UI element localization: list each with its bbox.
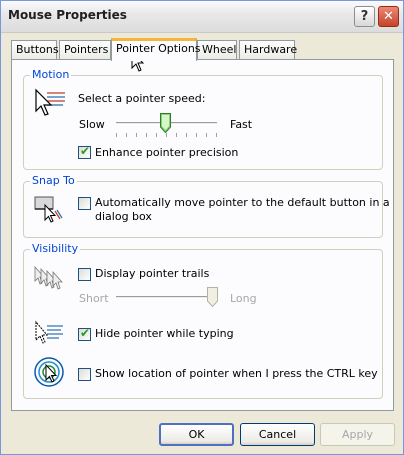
visibility-group: Visibility Display pointer trails Short xyxy=(23,242,383,399)
pointer-speed-label: Select a pointer speed: xyxy=(78,92,206,105)
enhance-precision-label[interactable]: Enhance pointer precision xyxy=(95,146,238,159)
close-button[interactable]: ✕ xyxy=(378,6,399,27)
pointer-location-icon xyxy=(33,356,65,391)
hide-pointer-typing-label[interactable]: Hide pointer while typing xyxy=(95,327,234,340)
snap-to-default-label-line1[interactable]: Automatically move pointer to the defaul… xyxy=(95,196,390,209)
apply-button[interactable]: Apply xyxy=(320,423,395,446)
motion-group-label: Motion xyxy=(30,68,72,81)
short-label: Short xyxy=(79,292,109,305)
snap-to-button-icon xyxy=(33,193,65,228)
ok-button[interactable]: OK xyxy=(159,423,234,446)
fast-label: Fast xyxy=(230,118,253,131)
pointer-speed-icon xyxy=(33,87,67,122)
check-mark-icon: ✔ xyxy=(80,144,91,158)
pointer-speed-slider-thumb[interactable] xyxy=(160,113,171,133)
pointer-trails-label[interactable]: Display pointer trails xyxy=(95,267,209,280)
trail-length-slider-thumb[interactable] xyxy=(207,287,218,307)
hide-pointer-icon xyxy=(33,320,67,349)
help-icon: ? xyxy=(360,9,369,24)
pointer-trails-icon xyxy=(33,263,67,294)
visibility-group-label: Visibility xyxy=(30,242,81,255)
snap-to-default-label-line2[interactable]: dialog box xyxy=(95,210,152,223)
snap-to-group-label: Snap To xyxy=(30,174,77,187)
pointer-options-panel: Motion Select a pointer speed: Slow Fast… xyxy=(11,59,394,411)
help-button[interactable]: ? xyxy=(354,6,375,27)
check-mark-icon: ✔ xyxy=(80,326,91,340)
tab-wheel[interactable]: Wheel xyxy=(197,40,237,59)
long-label: Long xyxy=(230,292,257,305)
pointer-speed-ticks xyxy=(116,133,217,137)
slow-label: Slow xyxy=(79,118,105,131)
enhance-precision-checkbox[interactable]: ✔ xyxy=(78,144,91,159)
tab-hardware[interactable]: Hardware xyxy=(239,40,297,59)
tab-pointers[interactable]: Pointers xyxy=(59,40,111,59)
mouse-properties-window: Mouse Properties ? ✕ Buttons Pointers Po… xyxy=(0,0,404,455)
snap-to-default-checkbox[interactable] xyxy=(78,197,91,210)
cancel-button[interactable]: Cancel xyxy=(240,423,315,446)
show-pointer-location-label[interactable]: Show location of pointer when I press th… xyxy=(95,367,378,380)
close-icon: ✕ xyxy=(383,9,394,24)
snap-to-group: Snap To Automatically move pointer to th… xyxy=(23,174,390,238)
hide-pointer-typing-checkbox[interactable]: ✔ xyxy=(78,326,91,341)
show-pointer-location-checkbox[interactable] xyxy=(78,368,91,381)
trail-length-slider-track[interactable] xyxy=(116,296,217,299)
tab-buttons[interactable]: Buttons xyxy=(11,40,59,59)
title-bar[interactable]: Mouse Properties ? ✕ xyxy=(1,1,403,33)
motion-group: Motion Select a pointer speed: Slow Fast… xyxy=(23,68,383,170)
pointer-trails-checkbox[interactable] xyxy=(78,268,91,281)
tab-pointer-options[interactable]: Pointer Options xyxy=(111,38,201,61)
window-title: Mouse Properties xyxy=(8,8,127,22)
